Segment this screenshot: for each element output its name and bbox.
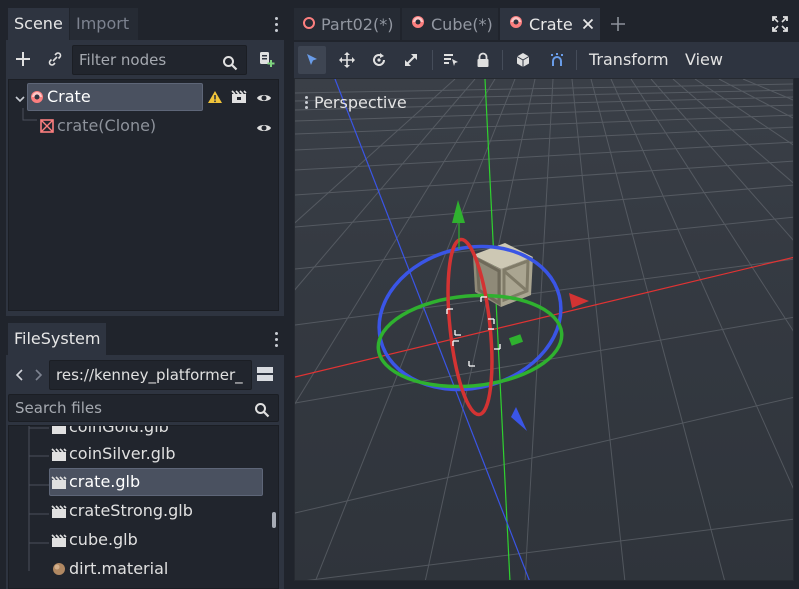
tab-label: Part02(*)	[321, 14, 394, 34]
snap-icon[interactable]	[544, 48, 570, 72]
list-select-icon[interactable]	[438, 48, 464, 72]
view-menu[interactable]: View	[685, 50, 723, 69]
rotate-tool-icon[interactable]	[366, 48, 392, 72]
mesh-instance-icon	[29, 89, 45, 109]
add-script-icon[interactable]	[255, 48, 277, 70]
mesh-instance-icon	[410, 14, 426, 34]
path-value: res://kenney_platformer_	[56, 366, 243, 384]
material-icon	[52, 562, 66, 580]
node-label-crate-clone: crate(Clone)	[57, 116, 157, 135]
tab-label: Cube(*)	[431, 14, 493, 34]
warning-icon[interactable]	[207, 90, 223, 108]
distraction-free-icon[interactable]	[770, 14, 790, 34]
file-name: dirt.material	[69, 559, 169, 578]
filter-nodes-input[interactable]: Filter nodes	[72, 45, 247, 75]
search-files-input[interactable]: Search files	[8, 394, 279, 422]
transform-menu[interactable]: Transform	[589, 50, 669, 69]
split-view-icon[interactable]	[256, 364, 274, 384]
scene-file-icon	[51, 505, 67, 523]
collapse-arrow-icon[interactable]	[15, 90, 25, 108]
tab-filesystem[interactable]: FileSystem	[8, 323, 107, 355]
tree-node-crate[interactable]: Crate	[9, 83, 278, 111]
search-icon	[254, 400, 270, 426]
file-list: coinGold.glb coinSilver.glb crate.glb cr…	[8, 425, 279, 589]
perspective-menu[interactable]: Perspective	[305, 93, 407, 112]
tab-part02[interactable]: Part02(*)	[294, 8, 400, 40]
mesh-instance-icon	[508, 14, 524, 34]
select-tool-icon[interactable]	[298, 46, 326, 74]
file-name: crateStrong.glb	[69, 501, 193, 520]
new-tab-icon[interactable]	[608, 14, 628, 34]
visibility-eye-icon[interactable]	[256, 90, 272, 108]
back-arrow-icon[interactable]	[12, 365, 26, 385]
filter-nodes-placeholder: Filter nodes	[79, 51, 167, 69]
toolbar-separator	[432, 50, 433, 70]
path-field[interactable]: res://kenney_platformer_	[49, 360, 252, 390]
tab-scene[interactable]: Scene	[8, 8, 69, 40]
drag-handle-icon[interactable]	[305, 96, 308, 109]
node-circle-icon	[302, 15, 316, 34]
scene-dock-menu-icon[interactable]	[270, 8, 282, 40]
lock-icon[interactable]	[470, 48, 496, 72]
file-list-scrollbar[interactable]	[272, 512, 276, 528]
viewport-toolbar: Transform View	[294, 42, 799, 78]
tab-label: Crate	[529, 14, 573, 34]
search-icon	[222, 52, 238, 80]
scene-file-icon	[51, 448, 67, 466]
tab-cube[interactable]: Cube(*)	[402, 8, 498, 40]
tab-crate[interactable]: Crate	[500, 8, 600, 40]
file-name: crate.glb	[69, 472, 141, 491]
toolbar-separator	[502, 50, 503, 70]
file-item[interactable]: dirt.material	[9, 527, 278, 583]
local-space-icon[interactable]	[510, 48, 536, 72]
search-files-placeholder: Search files	[15, 399, 102, 417]
file-name: cube.glb	[69, 530, 138, 549]
scene-file-icon	[51, 426, 67, 439]
forward-arrow-icon[interactable]	[32, 365, 46, 385]
visibility-eye-icon[interactable]	[256, 120, 272, 138]
perspective-label: Perspective	[314, 93, 407, 112]
node-label-crate: Crate	[47, 87, 91, 106]
scene-file-icon	[51, 534, 67, 552]
editor-scene-tabs: Part02(*) Cube(*) Crate	[294, 8, 799, 40]
file-name: coinGold.glb	[69, 425, 169, 436]
3d-viewport[interactable]: Perspective	[294, 78, 794, 581]
tree-node-crate-clone[interactable]: crate(Clone)	[9, 108, 278, 140]
move-tool-icon[interactable]	[334, 48, 360, 72]
filesystem-dock-menu-icon[interactable]	[270, 323, 282, 355]
scene-file-icon	[51, 476, 67, 494]
scale-tool-icon[interactable]	[398, 48, 424, 72]
tab-import[interactable]: Import	[70, 8, 138, 40]
open-scene-icon[interactable]	[231, 90, 247, 108]
link-icon[interactable]	[44, 48, 66, 70]
toolbar-separator	[576, 50, 577, 70]
add-node-icon[interactable]	[12, 48, 34, 70]
close-icon[interactable]	[582, 15, 594, 34]
scene-tree: Crate crate(Clone)	[8, 79, 279, 311]
spatial-node-icon	[39, 118, 55, 138]
file-name: coinSilver.glb	[69, 444, 176, 463]
viewport-scene[interactable]	[295, 79, 794, 581]
